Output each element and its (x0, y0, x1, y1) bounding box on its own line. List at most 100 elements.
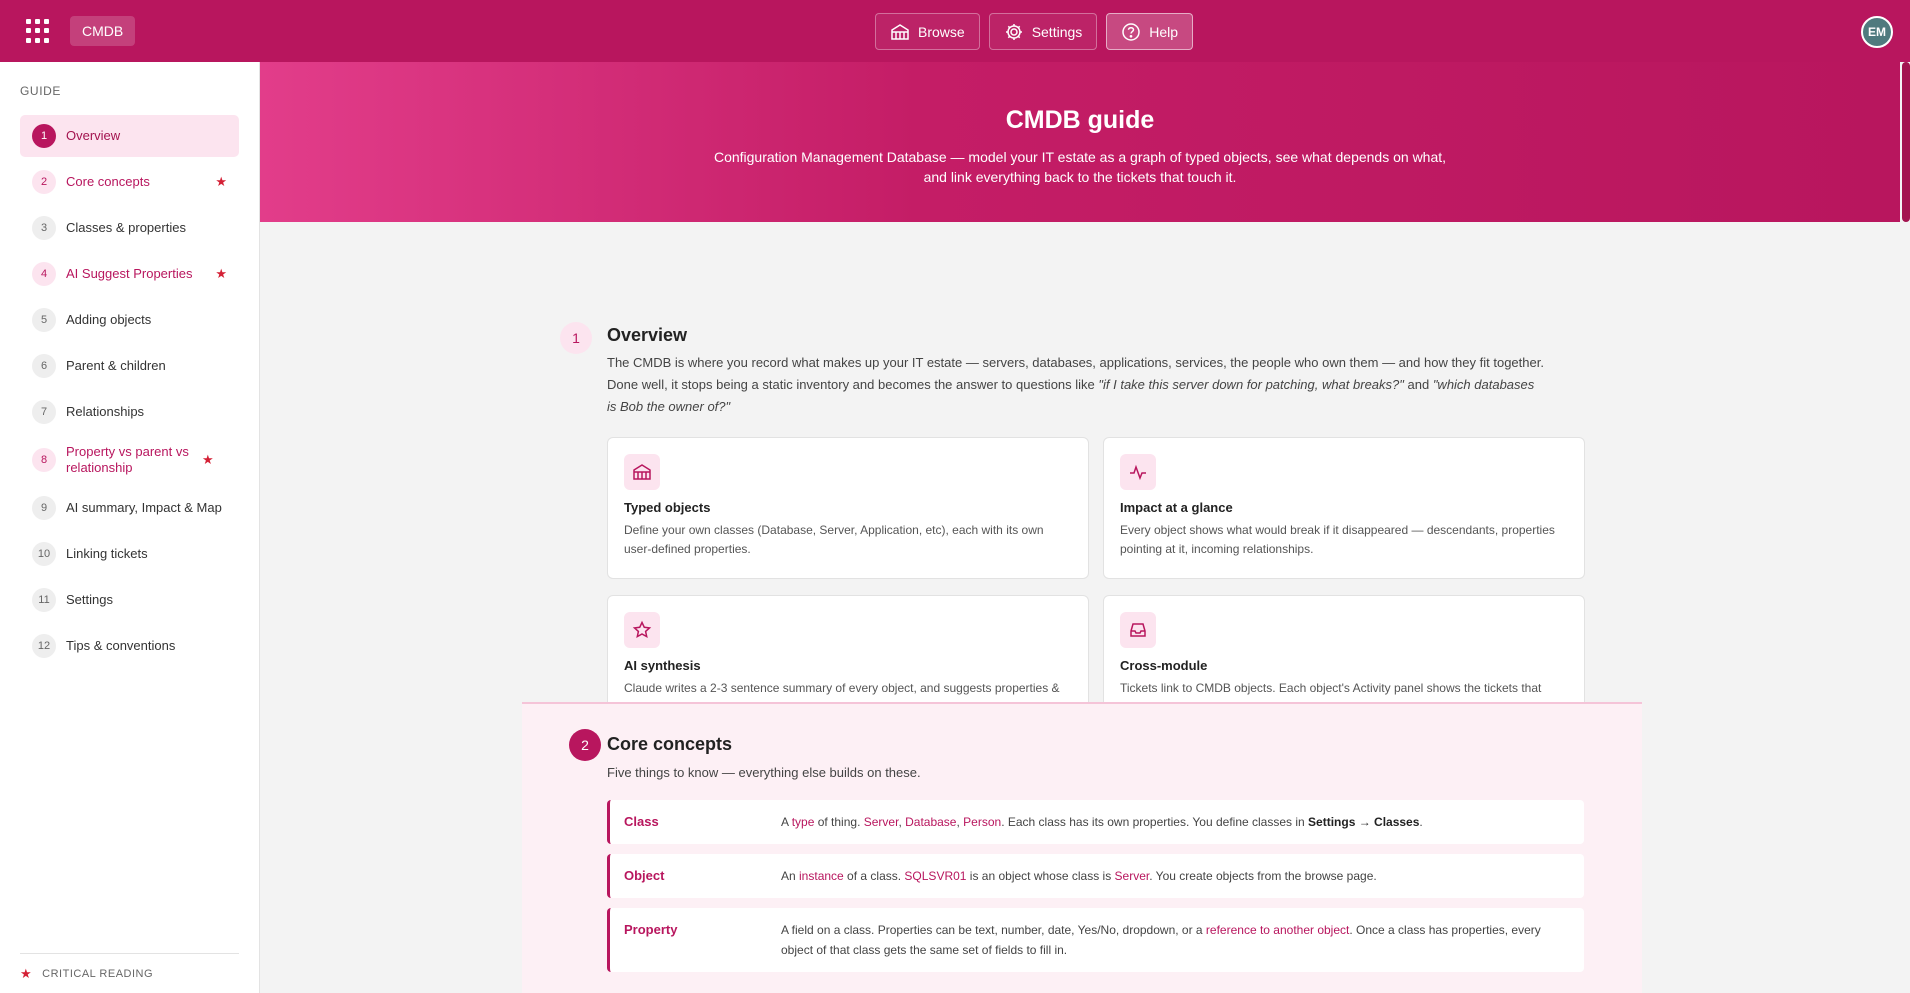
sidebar-item-property-parent-relationship[interactable]: 8 Property vs parent vs relationship ★ (20, 437, 239, 483)
highlighted-term: Database (905, 815, 957, 829)
concept-term: Property (624, 922, 678, 937)
concept-definition: A field on a class. Properties can be te… (781, 920, 1570, 960)
sidebar-item-label: Core concepts (66, 174, 150, 189)
help-circle-icon (1122, 22, 1141, 41)
card-description: Every object shows what would break if i… (1120, 523, 1555, 556)
sidebar-item-label: Tips & conventions (66, 638, 176, 653)
sidebar-item-label: Parent & children (66, 358, 166, 373)
intro-quote: "if I take this server down for patching… (1098, 377, 1404, 392)
sidebar-item-adding-objects[interactable]: 5 Adding objects (20, 299, 239, 341)
main-content: CMDB guide Configuration Management Data… (260, 62, 1900, 993)
browse-button[interactable]: Browse (875, 13, 980, 50)
page-subtitle: Configuration Management Database — mode… (713, 149, 1447, 185)
sidebar-list: 1 Overview 2 Core concepts ★ 3 Classes &… (20, 115, 239, 671)
highlighted-term: Person (963, 815, 1002, 829)
feature-card: Typed objects Define your own classes (D… (607, 437, 1089, 579)
section-number: 2 (569, 729, 601, 761)
highlighted-term: type (791, 815, 815, 829)
step-number: 5 (32, 308, 56, 332)
sidebar-item-label: Property vs parent vs relationship (66, 444, 189, 475)
building-icon (624, 454, 660, 490)
sidebar-item-overview[interactable]: 1 Overview (20, 115, 239, 157)
step-number: 11 (32, 588, 56, 612)
card-description: Define your own classes (Database, Serve… (624, 523, 1044, 556)
sidebar-item-label: AI Suggest Properties (66, 266, 193, 281)
sidebar-item-settings[interactable]: 11 Settings (20, 579, 239, 621)
intro-text: and (1403, 377, 1433, 392)
step-number: 7 (32, 400, 56, 424)
definition-text: A (781, 815, 792, 829)
browse-label: Browse (918, 23, 965, 40)
step-number: 9 (32, 496, 56, 520)
highlighted-term: SQLSVR01 (904, 869, 967, 883)
concept-definition: A type of thing. Server, Database, Perso… (781, 812, 1423, 832)
definition-text: . You create objects from the browse pag… (1149, 869, 1377, 883)
definition-text: of a class. (843, 869, 905, 883)
activity-icon (1120, 454, 1156, 490)
section-number: 1 (560, 322, 592, 354)
top-nav: Browse Settings Help (875, 13, 1194, 50)
critical-star-icon: ★ (20, 965, 33, 981)
definition-text: of thing. (814, 815, 864, 829)
critical-reading-legend: ★ CRITICAL READING (20, 953, 239, 993)
definition-text: . Each class has its own properties. You… (1001, 815, 1309, 829)
sidebar-item-label: Overview (66, 128, 121, 143)
step-number: 8 (32, 448, 56, 472)
feature-cards: Typed objects Define your own classes (D… (607, 437, 1587, 737)
step-number: 1 (32, 124, 56, 148)
highlighted-term: reference to another object (1205, 923, 1350, 937)
card-title: Typed objects (624, 500, 711, 515)
user-avatar[interactable]: EM (1861, 16, 1893, 48)
sidebar-item-label: Settings (66, 592, 113, 607)
critical-star-icon: ★ (215, 174, 227, 189)
settings-button[interactable]: Settings (988, 13, 1098, 50)
card-title: Impact at a glance (1120, 500, 1233, 515)
concept-definition: An instance of a class. SQLSVR01 is an o… (781, 866, 1377, 886)
card-title: AI synthesis (624, 658, 701, 673)
step-number: 12 (32, 634, 56, 658)
building-icon (891, 23, 909, 40)
critical-star-icon: ★ (202, 452, 214, 467)
section-title: Overview (607, 325, 688, 345)
highlighted-term: instance (799, 869, 844, 883)
step-number: 2 (32, 170, 56, 194)
bold-text: Settings → Classes (1308, 815, 1420, 829)
help-button[interactable]: Help (1106, 13, 1194, 50)
sidebar-item-tips[interactable]: 12 Tips & conventions (20, 625, 239, 667)
app-name-badge[interactable]: CMDB (70, 16, 136, 46)
help-label: Help (1149, 23, 1179, 40)
section-title: Core concepts (607, 734, 733, 754)
sidebar-item-label: Relationships (66, 404, 145, 419)
highlighted-term: Server (863, 815, 899, 829)
step-number: 4 (32, 262, 56, 286)
sidebar-item-linking-tickets[interactable]: 10 Linking tickets (20, 533, 239, 575)
concept-row: Class A type of thing. Server, Database,… (607, 800, 1584, 844)
critical-star-icon: ★ (215, 266, 227, 281)
sidebar-item-parent-children[interactable]: 6 Parent & children (20, 345, 239, 387)
section-intro: The CMDB is where you record what makes … (607, 352, 1547, 418)
sidebar-item-ai-summary[interactable]: 9 AI summary, Impact & Map (20, 487, 239, 529)
inbox-icon (1120, 612, 1156, 648)
concept-term: Object (624, 868, 665, 883)
sidebar-heading: GUIDE (20, 84, 62, 98)
legend-label: CRITICAL READING (42, 967, 154, 980)
page-scrollbar[interactable] (1902, 62, 1910, 222)
sidebar-item-core-concepts[interactable]: 2 Core concepts ★ (20, 161, 239, 203)
sidebar-item-label: Classes & properties (66, 220, 186, 235)
guide-sidebar: GUIDE 1 Overview 2 Core concepts ★ 3 Cla… (0, 62, 260, 993)
concept-row: Property A field on a class. Properties … (607, 908, 1584, 972)
definition-text: A field on a class. Properties can be te… (781, 923, 1206, 937)
feature-card: Impact at a glance Every object shows wh… (1103, 437, 1585, 579)
concept-term: Class (624, 814, 659, 829)
sidebar-item-label: AI summary, Impact & Map (66, 500, 222, 515)
hero-banner: CMDB guide Configuration Management Data… (260, 62, 1900, 222)
sidebar-item-relationships[interactable]: 7 Relationships (20, 391, 239, 433)
highlighted-term: Server (1114, 869, 1150, 883)
step-number: 6 (32, 354, 56, 378)
sidebar-item-label: Adding objects (66, 312, 152, 327)
sidebar-item-ai-suggest-properties[interactable]: 4 AI Suggest Properties ★ (20, 253, 239, 295)
top-bar: CMDB Browse Settings Help EM (0, 0, 1910, 62)
app-launcher-icon[interactable] (26, 19, 50, 43)
sidebar-item-classes-properties[interactable]: 3 Classes & properties (20, 207, 239, 249)
star-icon (624, 612, 660, 648)
